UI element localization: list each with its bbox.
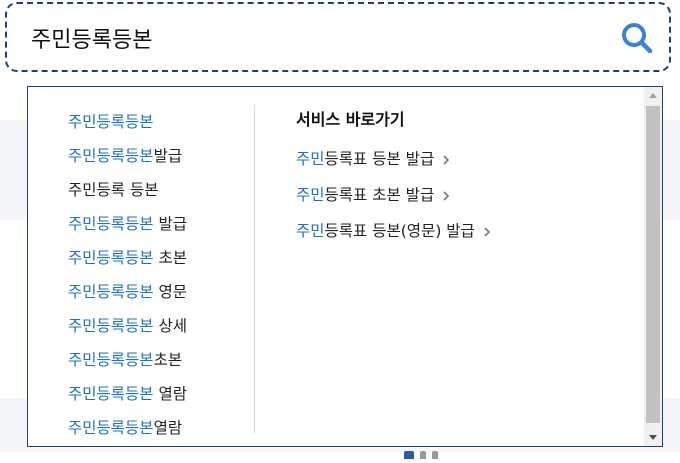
search-icon — [622, 23, 653, 54]
service-shortcut-list: 주민등록표 등본 발급 주민등록표 초본 발급 주민등록표 등본(영문) 발급 — [296, 141, 626, 249]
suggestion-match: 주민등록등본 — [68, 249, 154, 267]
suggestion-match: 주민등록등본 — [68, 113, 154, 131]
suggestion-item[interactable]: 주민등록등본 초본 — [68, 241, 258, 275]
service-link-match: 주민 — [296, 222, 325, 240]
service-shortcuts: 서비스 바로가기 주민등록표 등본 발급 주민등록표 초본 발급 주민등록표 등… — [296, 105, 626, 249]
autocomplete-dropdown: 주민등록등본 주민등록등본발급 주민등록 등본 주민등록등본 발급 주민등록등본… — [27, 86, 663, 447]
suggestion-match: 주민등록등본 — [68, 385, 154, 403]
scrollbar-thumb[interactable] — [646, 106, 660, 423]
service-shortcut-link[interactable]: 주민등록표 초본 발급 — [296, 177, 626, 213]
service-link-match: 주민 — [296, 186, 325, 204]
suggestion-item[interactable]: 주민등록등본 상세 — [68, 309, 258, 343]
suggestion-item[interactable]: 주민등록등본 영문 — [68, 275, 258, 309]
scroll-up-arrow-icon[interactable] — [644, 87, 662, 104]
service-shortcut-link[interactable]: 주민등록표 등본(영문) 발급 — [296, 213, 626, 249]
suggestion-item[interactable]: 주민등록등본 — [68, 105, 258, 139]
suggestion-rest: 초본 — [153, 351, 183, 369]
chevron-right-icon — [443, 190, 450, 201]
suggestion-rest: 영문 — [153, 283, 188, 301]
column-divider — [254, 105, 255, 433]
service-shortcut-link[interactable]: 주민등록표 등본 발급 — [296, 141, 626, 177]
scroll-down-arrow-icon[interactable] — [644, 429, 662, 446]
service-link-rest: 등록표 등본 발급 — [324, 150, 435, 168]
suggestion-match: 주민등록등본 — [68, 215, 154, 233]
suggestion-item[interactable]: 주민등록등본발급 — [68, 139, 258, 173]
service-link-rest: 등록표 등본(영문) 발급 — [324, 222, 475, 240]
suggestion-rest: 열람 — [153, 385, 188, 403]
suggestion-match: 주민등록등본 — [68, 419, 154, 437]
search-box — [5, 2, 671, 72]
suggestion-rest: 상세 — [153, 317, 188, 335]
suggestion-rest: 발급 — [153, 215, 188, 233]
chevron-right-icon — [443, 154, 450, 165]
suggestion-match: 주민등록등본 — [68, 147, 154, 165]
service-link-rest: 등록표 초본 발급 — [324, 186, 435, 204]
dropdown-scrollbar[interactable] — [644, 87, 662, 446]
search-input[interactable] — [31, 18, 591, 58]
suggestion-list: 주민등록등본 주민등록등본발급 주민등록 등본 주민등록등본 발급 주민등록등본… — [68, 105, 258, 445]
suggestion-rest: 열람 — [153, 419, 183, 437]
suggestion-item[interactable]: 주민등록 등본 — [68, 173, 258, 207]
suggestion-rest: 발급 — [153, 147, 183, 165]
chevron-right-icon — [484, 226, 490, 237]
service-link-match: 주민 — [296, 150, 325, 168]
suggestion-item[interactable]: 주민등록등본열람 — [68, 411, 258, 445]
suggestion-item[interactable]: 주민등록등본초본 — [68, 343, 258, 377]
suggestion-match: 주민등록등본 — [68, 283, 154, 301]
service-shortcuts-title: 서비스 바로가기 — [296, 110, 405, 129]
suggestion-rest: 초본 — [153, 249, 188, 267]
suggestion-match: 주민등록등본 — [68, 351, 154, 369]
suggestion-rest: 주민등록 등본 — [68, 181, 159, 199]
search-button[interactable] — [619, 20, 655, 56]
suggestion-match: 주민등록등본 — [68, 317, 154, 335]
suggestion-item[interactable]: 주민등록등본 열람 — [68, 377, 258, 411]
suggestion-item[interactable]: 주민등록등본 발급 — [68, 207, 258, 241]
